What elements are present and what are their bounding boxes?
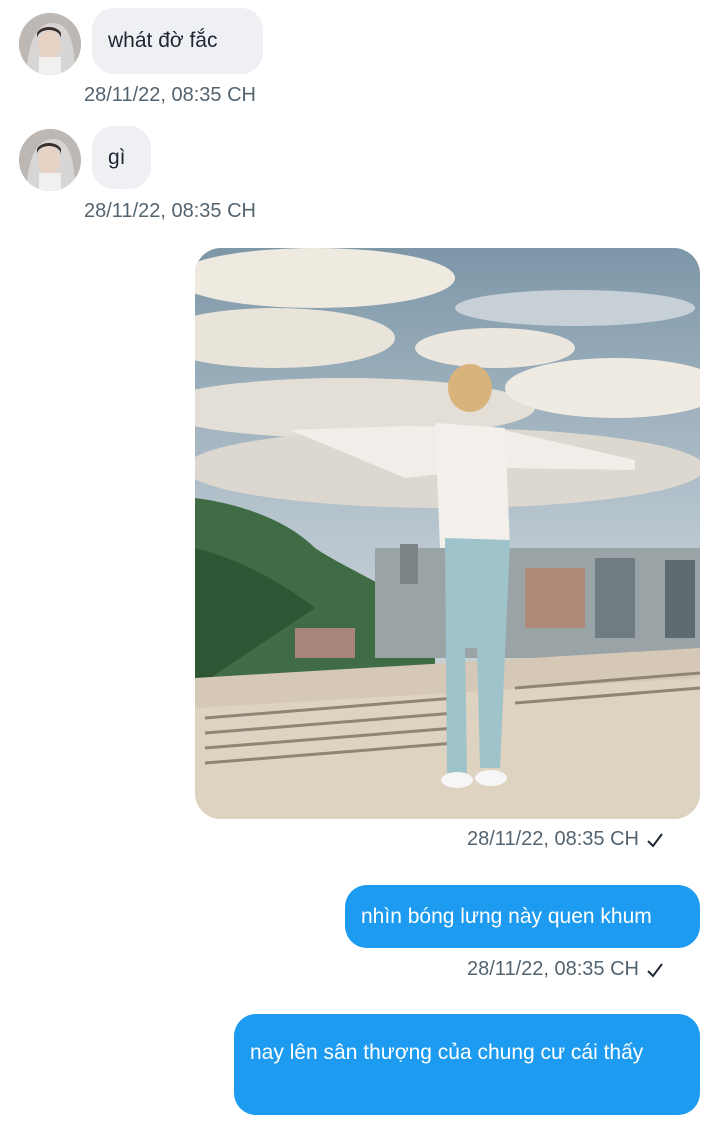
message-timestamp: 28/11/22, 08:35 CH	[84, 84, 256, 106]
message-bubble[interactable]: gì	[92, 126, 151, 189]
message-text: nay lên sân thượng của chung cư cái thấy	[250, 1041, 644, 1064]
message-bubble[interactable]: whát đờ fắc	[92, 8, 263, 74]
avatar[interactable]	[19, 129, 81, 191]
photo-attachment[interactable]	[195, 248, 700, 819]
check-icon	[647, 962, 663, 978]
message-text: gì	[108, 145, 126, 169]
message-timestamp: 28/11/22, 08:35 CH	[467, 828, 665, 851]
message-bubble[interactable]: nhìn bóng lưng này quen khum	[345, 885, 700, 948]
check-icon	[647, 832, 663, 848]
message-timestamp: 28/11/22, 08:35 CH	[467, 958, 665, 981]
message-text: whát đờ fắc	[108, 29, 218, 52]
message-timestamp: 28/11/22, 08:35 CH	[84, 200, 256, 222]
message-bubble[interactable]: nay lên sân thượng của chung cư cái thấy	[234, 1014, 700, 1115]
avatar[interactable]	[19, 13, 81, 75]
message-text: nhìn bóng lưng này quen khum	[361, 904, 652, 928]
